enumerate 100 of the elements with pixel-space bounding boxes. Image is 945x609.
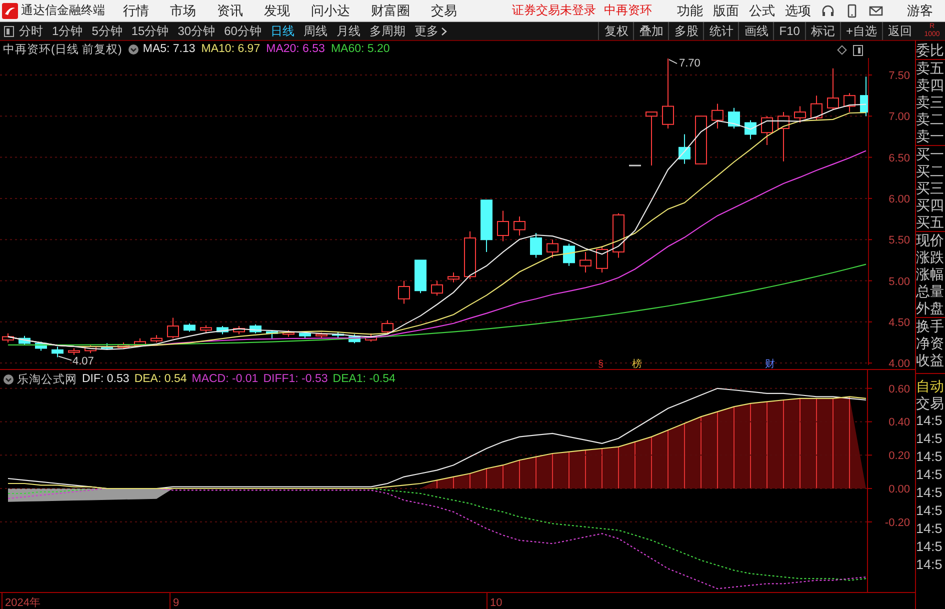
date-label: 9 xyxy=(173,597,180,609)
candlestick xyxy=(233,326,245,335)
quote-label: 卖五 xyxy=(916,60,945,77)
indicator-value: MACD: -0.01 xyxy=(192,373,258,385)
candlestick xyxy=(778,112,790,162)
user-name[interactable]: 游客 xyxy=(907,2,933,20)
toolbar-button[interactable]: F10 xyxy=(773,22,805,40)
candlestick xyxy=(728,107,740,129)
toolbar-button[interactable]: +自选 xyxy=(840,22,882,40)
period-tab[interactable]: 15分钟 xyxy=(131,22,169,40)
candlestick xyxy=(134,338,146,348)
macd-axis-label: 0.60 xyxy=(888,383,910,396)
price-axis-label: 7.00 xyxy=(888,111,910,124)
menu-item[interactable]: 交易 xyxy=(431,2,457,20)
quote-label: 买三 xyxy=(916,180,945,197)
candlestick xyxy=(712,103,724,129)
quote-label: 交易 xyxy=(916,395,945,412)
candlestick xyxy=(514,216,526,236)
toolbar-button[interactable]: 叠加 xyxy=(633,22,668,40)
toolbar-button[interactable]: 复权 xyxy=(598,22,634,40)
stock-link[interactable]: 中再资环 xyxy=(604,2,652,19)
candlestick xyxy=(398,280,410,304)
candlestick xyxy=(530,232,542,258)
panel-toggle-icon[interactable] xyxy=(4,26,14,36)
candlestick xyxy=(101,342,113,350)
period-tab[interactable]: 1分钟 xyxy=(52,22,83,40)
candlestick xyxy=(68,348,80,356)
event-marker[interactable]: 财 xyxy=(765,359,775,369)
candlestick xyxy=(844,92,856,113)
candlestick xyxy=(18,335,30,346)
menu-item[interactable]: 市场 xyxy=(170,2,196,20)
period-tab[interactable]: 分时 xyxy=(19,22,43,40)
menu-item[interactable]: 行情 xyxy=(123,2,149,20)
toolbar-button[interactable]: 标记 xyxy=(804,22,840,40)
quote-label: 换手 xyxy=(916,318,945,335)
event-marker[interactable]: 榜 xyxy=(632,359,642,369)
candlestick xyxy=(35,341,47,352)
toolbar-button[interactable]: 返回 xyxy=(882,22,917,40)
quote-label: 买二 xyxy=(916,163,945,180)
chevron-right-icon xyxy=(441,26,448,36)
toolbar-button[interactable]: 画线 xyxy=(738,22,774,40)
panel-toggle-icon[interactable] xyxy=(853,45,863,56)
trade-time: 14:5 xyxy=(916,484,944,502)
candlestick xyxy=(167,317,179,339)
candlestick xyxy=(316,332,328,339)
quote-label: 净资 xyxy=(916,335,945,352)
candlestick xyxy=(52,346,64,358)
low-price-label: 4.07 xyxy=(72,355,94,368)
period-tab[interactable]: 5分钟 xyxy=(92,22,122,40)
mail-icon[interactable] xyxy=(869,4,883,18)
candlestick xyxy=(480,200,492,252)
chevron-circle-icon[interactable] xyxy=(128,44,139,54)
menu-item[interactable]: 功能 xyxy=(677,2,703,20)
macd-axis-label: -0.20 xyxy=(884,516,910,529)
toolbar-button[interactable]: 多股 xyxy=(668,22,704,40)
app-logo-icon xyxy=(2,2,18,18)
chevron-circle-icon[interactable] xyxy=(3,374,14,384)
quote-label: 涨幅 xyxy=(916,266,945,283)
candlestick xyxy=(646,112,658,166)
candlestick xyxy=(678,134,690,164)
more-menu[interactable]: 更多 xyxy=(414,22,448,40)
menu-item[interactable]: 财富圈 xyxy=(371,2,410,20)
period-tab[interactable]: 周线 xyxy=(303,22,328,40)
phone-icon[interactable] xyxy=(845,4,859,18)
period-tab[interactable]: 30分钟 xyxy=(178,22,216,40)
trade-time: 14:5 xyxy=(916,466,944,484)
menu-item[interactable]: 资讯 xyxy=(217,2,243,20)
app-name: 通达信金融终端 xyxy=(21,2,105,19)
headset-icon[interactable] xyxy=(821,4,835,18)
candlestick xyxy=(216,326,228,335)
menu-item[interactable]: 问小达 xyxy=(311,2,350,20)
period-tab[interactable]: 日线 xyxy=(270,22,294,40)
candlestick xyxy=(332,331,344,338)
date-label: 10 xyxy=(490,597,502,609)
macd-axis-label: 0.00 xyxy=(888,484,910,496)
price-axis-label: 6.50 xyxy=(888,152,910,164)
trade-time: 14:5 xyxy=(916,430,944,448)
mode-switch[interactable]: 自动 xyxy=(916,378,945,395)
menu-item[interactable]: 版面 xyxy=(713,2,739,20)
candlestick xyxy=(118,342,130,350)
toolbar-button[interactable]: 统计 xyxy=(703,22,738,40)
quote-label: 外盘 xyxy=(916,300,945,317)
candlestick xyxy=(695,116,707,164)
trade-time: 14:5 xyxy=(916,538,944,556)
ma-value: MA5: 7.13 xyxy=(142,43,196,55)
candlestick xyxy=(744,120,756,140)
period-tab[interactable]: 60分钟 xyxy=(224,22,262,40)
candlestick xyxy=(250,324,262,334)
period-tab[interactable]: 多周期 xyxy=(369,22,406,40)
price-axis-label: 7.50 xyxy=(888,70,910,82)
menu-item[interactable]: 发现 xyxy=(264,2,290,20)
event-marker[interactable]: § xyxy=(598,359,604,369)
candlestick xyxy=(266,330,278,339)
candlestick xyxy=(150,334,162,343)
menu-item[interactable]: 选项 xyxy=(785,2,811,20)
period-tab[interactable]: 月线 xyxy=(336,22,360,40)
diamond-icon[interactable] xyxy=(837,45,847,55)
trade-time: 14:5 xyxy=(916,502,944,520)
login-status: 证券交易未登录 xyxy=(512,2,596,19)
menu-item[interactable]: 公式 xyxy=(749,2,775,20)
